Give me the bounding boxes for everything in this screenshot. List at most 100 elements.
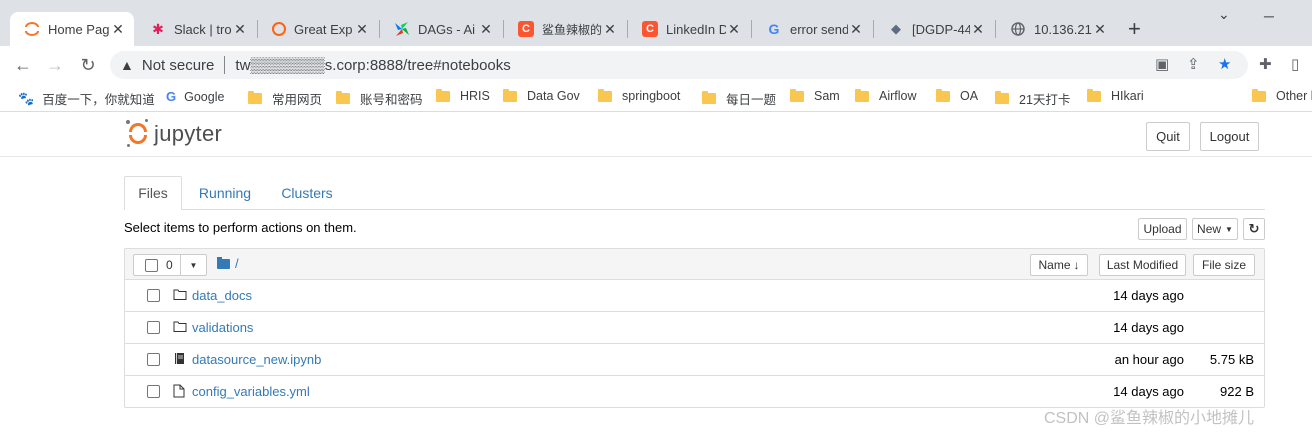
new-button[interactable]: New ▼ [1192, 218, 1238, 240]
forward-arrow-icon[interactable]: → [44, 54, 66, 76]
close-icon[interactable]: ✕ [478, 21, 494, 38]
browser-tab-csdn[interactable]: C 鲨鱼辣椒的 ✕ [504, 12, 626, 46]
translate-icon[interactable]: ▣ [1155, 55, 1169, 73]
refresh-button[interactable]: ↻ [1243, 218, 1265, 240]
browser-tab-home[interactable]: Home Pag ✕ [10, 12, 134, 46]
tab-title: Slack | tro [174, 21, 232, 37]
bookmark-folder[interactable]: springboot [598, 88, 680, 103]
breadcrumb-root[interactable]: / [235, 256, 239, 271]
file-row[interactable]: validations 14 days ago [125, 312, 1264, 344]
url-text[interactable]: tw▒▒▒▒▒▒▒s.corp:8888/tree#notebooks [235, 57, 510, 74]
file-icon [173, 384, 187, 398]
file-size: 922 B [1220, 384, 1254, 399]
row-checkbox[interactable] [147, 385, 160, 398]
file-row[interactable]: data_docs 14 days ago [125, 280, 1264, 312]
jupyter-logo[interactable]: jupyter [126, 119, 222, 147]
row-checkbox[interactable] [147, 289, 160, 302]
bookmark-baidu[interactable]: 🐾 百度一下，你就知道 [18, 89, 155, 108]
browser-tab-jira[interactable]: ◆ [DGDP-44 ✕ [874, 12, 994, 46]
tab-title: [DGDP-44 [912, 21, 970, 37]
extensions-icon[interactable]: ✚ [1259, 55, 1272, 73]
close-icon[interactable]: ✕ [354, 21, 370, 38]
file-size: 5.75 kB [1209, 352, 1254, 367]
caret-down-icon[interactable]: ▼ [180, 255, 206, 275]
file-name-link[interactable]: validations [192, 320, 253, 335]
bookmark-google[interactable]: G Google [166, 89, 224, 104]
back-arrow-icon[interactable]: ← [12, 54, 34, 76]
close-icon[interactable]: ✕ [232, 21, 248, 38]
file-list-header: 0 ▼ / Name ↓ Last Modified File size [125, 249, 1264, 280]
select-all-checkbox[interactable] [145, 258, 158, 272]
tab-title: 鲨鱼辣椒的 [542, 22, 602, 37]
logout-button[interactable]: Logout [1200, 122, 1259, 151]
bookmark-folder[interactable]: OA [936, 88, 978, 103]
browser-tab-great-expectations[interactable]: Great Exp ✕ [258, 12, 378, 46]
tab-clusters[interactable]: Clusters [272, 176, 342, 210]
google-icon: G [768, 21, 780, 37]
new-tab-icon[interactable]: + [1128, 18, 1141, 40]
browser-tab-ip[interactable]: 10.136.21 ✕ [996, 12, 1116, 46]
selection-hint: Select items to perform actions on them. [124, 220, 357, 235]
sidebar-icon[interactable]: ▯ [1291, 55, 1299, 73]
bookmark-folder[interactable]: 21天打卡 [995, 89, 1070, 108]
tab-files[interactable]: Files [124, 176, 182, 210]
folder-icon [1087, 88, 1101, 102]
close-icon[interactable]: ✕ [726, 21, 742, 38]
breadcrumb[interactable]: / [217, 256, 239, 271]
folder-icon [503, 88, 517, 102]
quit-button[interactable]: Quit [1146, 122, 1190, 151]
file-modified: 14 days ago [1113, 288, 1184, 303]
bookmark-folder[interactable]: 常用网页 [248, 89, 322, 108]
row-checkbox[interactable] [147, 353, 160, 366]
jupyter-icon [24, 21, 40, 37]
bookmark-star-icon[interactable]: ★ [1218, 55, 1231, 73]
browser-tab-slack[interactable]: ✱ Slack | tro ✕ [136, 12, 256, 46]
tab-title: DAGs - Ai [418, 21, 476, 37]
row-checkbox[interactable] [147, 321, 160, 334]
close-icon[interactable]: ✕ [848, 21, 864, 38]
folder-outline-icon [173, 320, 187, 334]
close-icon[interactable]: ✕ [602, 21, 618, 38]
sort-modified-button[interactable]: Last Modified [1099, 254, 1186, 276]
selected-count: 0 [166, 258, 173, 272]
file-modified: 14 days ago [1113, 384, 1184, 399]
bookmark-folder[interactable]: HIkari [1087, 88, 1144, 103]
file-name-link[interactable]: data_docs [192, 288, 252, 303]
folder-icon [855, 88, 869, 102]
upload-button[interactable]: Upload [1138, 218, 1187, 240]
bookmark-folder[interactable]: 每日一题 [702, 89, 776, 108]
file-row[interactable]: datasource_new.ipynb an hour ago 5.75 kB [125, 344, 1264, 376]
bookmark-folder[interactable]: 账号和密码 [336, 89, 423, 108]
bookmark-folder[interactable]: Airflow [855, 88, 917, 103]
browser-tab-google[interactable]: G error send ✕ [752, 12, 872, 46]
jupyter-header: jupyter Quit Logout [0, 113, 1312, 157]
minimize-icon[interactable]: ─ [1264, 8, 1274, 24]
sort-size-button[interactable]: File size [1193, 254, 1255, 276]
warning-icon: ▲ [120, 57, 134, 73]
close-icon[interactable]: ✕ [1092, 21, 1108, 38]
tab-running[interactable]: Running [188, 176, 262, 210]
close-icon[interactable]: ✕ [970, 21, 986, 38]
bookmark-folder[interactable]: Sam [790, 88, 840, 103]
file-name-link[interactable]: config_variables.yml [192, 384, 310, 399]
tab-title: Great Exp [294, 21, 353, 37]
bookmark-folder[interactable]: HRIS [436, 88, 490, 103]
tab-title: error send [790, 21, 848, 37]
browser-tab-linkedin[interactable]: C LinkedIn D ✕ [628, 12, 750, 46]
select-all-control[interactable]: 0 ▼ [133, 254, 207, 276]
airflow-icon [394, 21, 410, 37]
caret-down-icon: ▼ [1225, 224, 1233, 234]
bookmark-folder[interactable]: Data Gov [503, 88, 580, 103]
browser-tab-airflow[interactable]: DAGs - Ai ✕ [380, 12, 502, 46]
arrow-down-icon: ↓ [1073, 258, 1080, 272]
sort-name-button[interactable]: Name ↓ [1030, 254, 1088, 276]
address-bar[interactable]: ▲ Not securе tw▒▒▒▒▒▒▒s.corp:8888/tree#n… [110, 51, 1248, 79]
close-icon[interactable]: ✕ [110, 21, 126, 38]
chevron-down-icon[interactable]: ⌄ [1218, 6, 1230, 23]
tab-title: 10.136.21 [1034, 21, 1092, 37]
share-icon[interactable]: ⇪ [1187, 55, 1200, 73]
notebook-icon [173, 352, 187, 366]
reload-icon[interactable]: ↻ [77, 54, 99, 76]
file-name-link[interactable]: datasource_new.ipynb [192, 352, 321, 367]
bookmark-other[interactable]: Other b [1252, 88, 1312, 103]
